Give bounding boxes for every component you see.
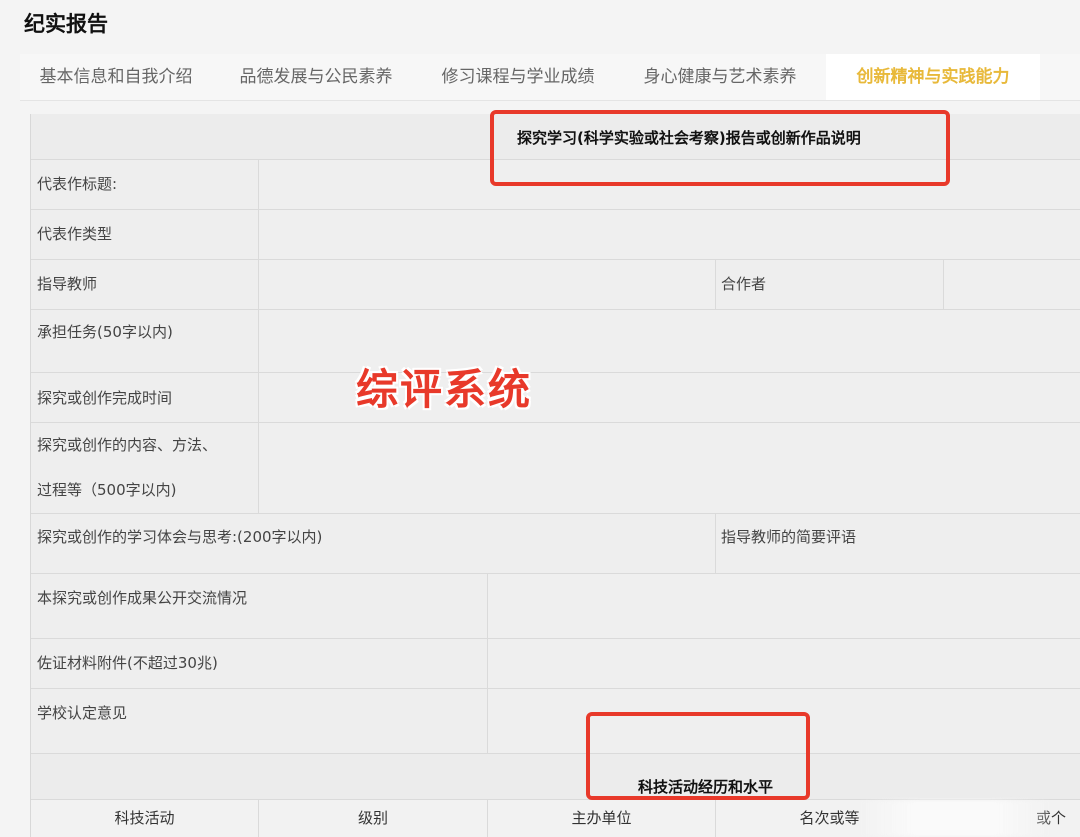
blurred-region (860, 800, 1050, 837)
row-type: 代表作类型 (31, 210, 1080, 260)
tab-moral-development[interactable]: 品德发展与公民素养 (220, 54, 412, 100)
label-content-line2: 过程等（500字以内) (37, 481, 177, 499)
tab-courses-grades[interactable]: 修习课程与学业成绩 (422, 54, 614, 100)
input-partner[interactable] (944, 260, 1080, 309)
label-attachment: 佐证材料附件(不超过30兆) (37, 654, 218, 672)
input-attachment[interactable] (488, 639, 1080, 688)
label-task: 承担任务(50字以内) (37, 323, 173, 341)
input-exchange[interactable] (488, 574, 1080, 638)
label-reflection: 探究或创作的学习体会与思考:(200字以内) (37, 528, 323, 546)
tab-health-arts[interactable]: 身心健康与艺术素养 (624, 54, 816, 100)
col-level: 级别 (357, 809, 388, 827)
tab-basic-info[interactable]: 基本信息和自我介绍 (20, 54, 212, 100)
label-exchange: 本探究或创作成果公开交流情况 (37, 589, 248, 607)
highlight-box-tech-title (586, 712, 810, 800)
row-content: 探究或创作的内容、方法、 过程等（500字以内) (31, 423, 1080, 514)
label-title: 代表作标题: (37, 175, 118, 193)
label-completion-time: 探究或创作完成时间 (37, 389, 173, 407)
input-content[interactable] (259, 423, 1080, 513)
label-type: 代表作类型 (37, 225, 113, 243)
row-reflection: 探究或创作的学习体会与思考:(200字以内) 指导教师的简要评语 (31, 514, 1080, 574)
label-content-line1: 探究或创作的内容、方法、 (37, 436, 218, 454)
row-task: 承担任务(50字以内) (31, 310, 1080, 373)
row-attachment: 佐证材料附件(不超过30兆) (31, 639, 1080, 689)
watermark-text: 综评系统 (356, 365, 533, 414)
row-completion-time: 探究或创作完成时间 (31, 373, 1080, 423)
report-form: 探究学习(科学实验或社会考察)报告或创新作品说明 代表作标题: 代表作类型 指导… (30, 114, 1080, 837)
col-tech-activity: 科技活动 (114, 809, 175, 827)
input-teacher[interactable] (259, 260, 715, 309)
row-teacher-partner: 指导教师 合作者 (31, 260, 1080, 310)
col-organizer: 主办单位 (571, 809, 632, 827)
row-exchange: 本探究或创作成果公开交流情况 (31, 574, 1080, 639)
label-teacher-comment: 指导教师的简要评语 (721, 528, 857, 546)
input-type[interactable] (259, 210, 1080, 259)
label-teacher: 指导教师 (37, 275, 98, 293)
page-title: 纪实报告 (24, 12, 108, 36)
tab-bar: 基本信息和自我介绍 品德发展与公民素养 修习课程与学业成绩 身心健康与艺术素养 … (20, 54, 1080, 101)
tab-innovation-practice[interactable]: 创新精神与实践能力 (826, 54, 1040, 100)
section-header-tech: 科技活动经历和水平 (31, 754, 1080, 800)
highlight-box-research-title (490, 110, 950, 186)
label-partner: 合作者 (721, 275, 767, 293)
label-school-opinion: 学校认定意见 (37, 704, 128, 722)
row-school-opinion: 学校认定意见 (31, 689, 1080, 754)
